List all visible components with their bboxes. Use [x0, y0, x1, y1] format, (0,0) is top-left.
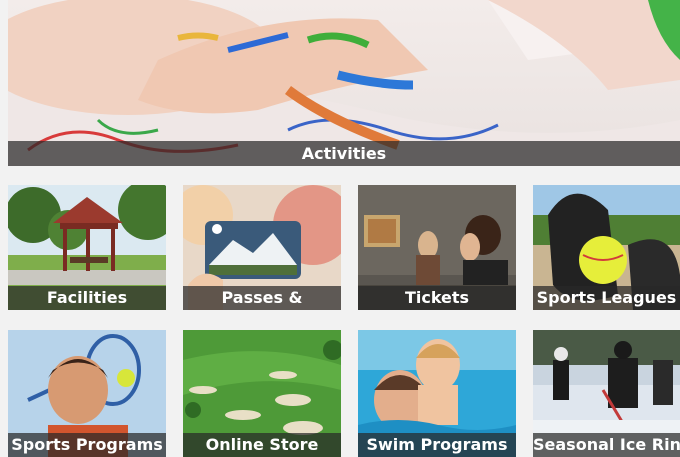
facilities-tile[interactable]: Facilities — [8, 185, 166, 310]
sports-leagues-label: Sports Leagues — [533, 286, 680, 310]
activities-tile[interactable]: Activities — [8, 0, 680, 166]
swim-programs-label: Swim Programs — [358, 433, 516, 457]
seasonal-ice-rink-label: Seasonal Ice Rink — [533, 433, 680, 457]
sports-leagues-tile[interactable]: Sports Leagues — [533, 185, 680, 310]
tickets-label: Tickets — [358, 286, 516, 310]
facilities-label: Facilities — [8, 286, 166, 310]
online-store-tile[interactable]: Online Store — [183, 330, 341, 457]
passes-label: Passes & — [183, 286, 341, 310]
passes-tile[interactable]: Passes & — [183, 185, 341, 310]
activities-label: Activities — [8, 141, 680, 166]
swim-programs-tile[interactable]: Swim Programs — [358, 330, 516, 457]
sports-programs-tile[interactable]: Sports Programs — [8, 330, 166, 457]
seasonal-ice-rink-tile[interactable]: Seasonal Ice Rink — [533, 330, 680, 457]
sports-programs-label: Sports Programs — [8, 433, 166, 457]
online-store-label: Online Store — [183, 433, 341, 457]
tickets-tile[interactable]: Tickets — [358, 185, 516, 310]
